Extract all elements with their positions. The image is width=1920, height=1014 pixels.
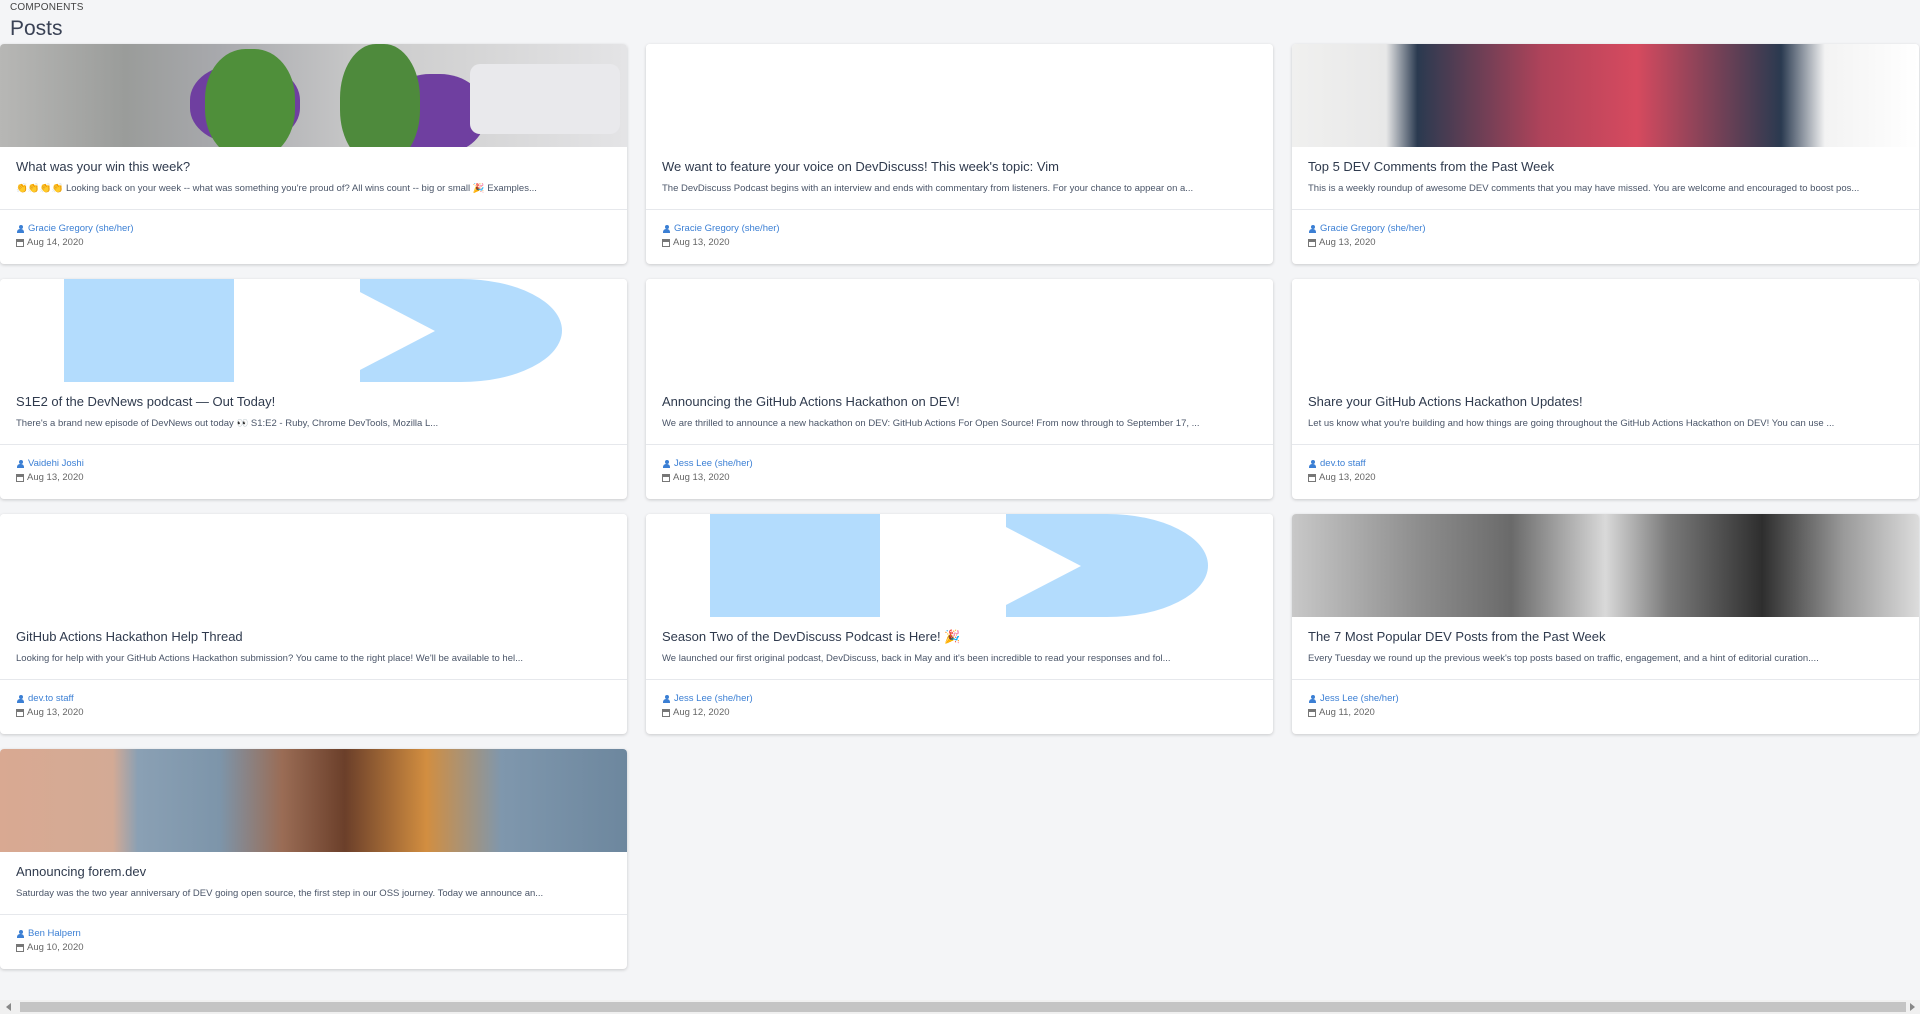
post-title[interactable]: GitHub Actions Hackathon Help Thread <box>16 629 611 645</box>
post-excerpt: Saturday was the two year anniversary of… <box>16 888 544 899</box>
post-thumbnail[interactable] <box>1292 514 1919 617</box>
post-date: Aug 14, 2020 <box>27 237 84 248</box>
post-author[interactable]: Jess Lee (she/her) <box>674 457 753 471</box>
post-date: Aug 13, 2020 <box>673 237 730 248</box>
post-card[interactable]: Season Two of the DevDiscuss Podcast is … <box>646 514 1273 734</box>
post-author[interactable]: Jess Lee (she/her) <box>674 692 753 706</box>
post-author[interactable]: Ben Halpern <box>28 927 81 941</box>
calendar-icon <box>662 474 670 482</box>
post-thumbnail[interactable] <box>1292 44 1919 147</box>
post-title[interactable]: Share your GitHub Actions Hackathon Upda… <box>1308 394 1903 410</box>
post-author[interactable]: Gracie Gregory (she/her) <box>28 222 134 236</box>
play-icon <box>64 279 234 382</box>
post-author[interactable]: dev.to staff <box>28 692 74 706</box>
post-author[interactable]: Gracie Gregory (she/her) <box>1320 222 1426 236</box>
user-icon <box>662 224 671 234</box>
scroll-right-arrow-icon[interactable] <box>1910 1003 1915 1011</box>
post-author[interactable]: dev.to staff <box>1320 457 1366 471</box>
calendar-icon <box>16 239 24 247</box>
user-icon <box>16 929 25 939</box>
post-excerpt: There's a brand new episode of DevNews o… <box>16 418 439 429</box>
post-title[interactable]: We want to feature your voice on DevDisc… <box>662 159 1257 175</box>
post-author[interactable]: Jess Lee (she/her) <box>1320 692 1399 706</box>
post-title[interactable]: Announcing the GitHub Actions Hackathon … <box>662 394 1257 410</box>
post-card[interactable]: Top 5 DEV Comments from the Past Week Th… <box>1292 44 1919 264</box>
post-thumbnail[interactable] <box>646 279 1273 382</box>
calendar-icon <box>16 474 24 482</box>
post-author[interactable]: Gracie Gregory (she/her) <box>674 222 780 236</box>
user-icon <box>16 224 25 234</box>
user-icon <box>662 459 671 469</box>
scroll-left-arrow-icon[interactable] <box>6 1003 11 1011</box>
calendar-icon <box>662 239 670 247</box>
post-card[interactable]: S1E2 of the DevNews podcast — Out Today!… <box>0 279 627 499</box>
post-title[interactable]: The 7 Most Popular DEV Posts from the Pa… <box>1308 629 1903 645</box>
post-card[interactable]: Announcing forem.dev Saturday was the tw… <box>0 749 627 969</box>
page-title: Posts <box>10 17 63 40</box>
post-excerpt: This is a weekly roundup of awesome DEV … <box>1308 183 1860 194</box>
post-card[interactable]: Share your GitHub Actions Hackathon Upda… <box>1292 279 1919 499</box>
post-date: Aug 13, 2020 <box>27 707 84 718</box>
post-title[interactable]: Announcing forem.dev <box>16 864 611 880</box>
post-card[interactable]: What was your win this week? 👏👏👏👏 Lookin… <box>0 44 627 264</box>
post-card[interactable]: The 7 Most Popular DEV Posts from the Pa… <box>1292 514 1919 734</box>
post-excerpt: Let us know what you're building and how… <box>1308 418 1835 429</box>
calendar-icon <box>16 944 24 952</box>
scrollbar-thumb[interactable] <box>20 1002 1906 1012</box>
post-excerpt: We are thrilled to announce a new hackat… <box>662 418 1200 429</box>
post-title[interactable]: Top 5 DEV Comments from the Past Week <box>1308 159 1903 175</box>
post-date: Aug 13, 2020 <box>1319 472 1376 483</box>
posts-grid: What was your win this week? 👏👏👏👏 Lookin… <box>0 44 1919 969</box>
post-excerpt: We launched our first original podcast, … <box>662 653 1171 664</box>
post-title[interactable]: Season Two of the DevDiscuss Podcast is … <box>662 629 1257 645</box>
play-icon <box>710 514 880 617</box>
post-card[interactable]: Announcing the GitHub Actions Hackathon … <box>646 279 1273 499</box>
horizontal-scrollbar[interactable] <box>0 1000 1920 1014</box>
post-card[interactable]: We want to feature your voice on DevDisc… <box>646 44 1273 264</box>
post-excerpt: Looking for help with your GitHub Action… <box>16 653 524 664</box>
user-icon <box>16 459 25 469</box>
post-card[interactable]: GitHub Actions Hackathon Help Thread Loo… <box>0 514 627 734</box>
post-title[interactable]: S1E2 of the DevNews podcast — Out Today! <box>16 394 611 410</box>
user-icon <box>662 694 671 704</box>
post-thumbnail[interactable] <box>0 749 627 852</box>
post-thumbnail[interactable] <box>646 44 1273 147</box>
post-excerpt: 👏👏👏👏 Looking back on your week -- what w… <box>16 183 537 194</box>
user-icon <box>16 694 25 704</box>
calendar-icon <box>662 709 670 717</box>
user-icon <box>1308 224 1317 234</box>
calendar-icon <box>1308 709 1316 717</box>
user-icon <box>1308 694 1317 704</box>
post-thumbnail[interactable] <box>0 279 627 382</box>
post-date: Aug 13, 2020 <box>1319 237 1376 248</box>
post-thumbnail[interactable] <box>0 514 627 617</box>
section-eyebrow: COMPONENTS <box>10 2 84 13</box>
calendar-icon <box>1308 474 1316 482</box>
post-excerpt: Every Tuesday we round up the previous w… <box>1308 653 1819 664</box>
post-excerpt: The DevDiscuss Podcast begins with an in… <box>662 183 1194 194</box>
post-thumbnail[interactable] <box>646 514 1273 617</box>
post-date: Aug 11, 2020 <box>1319 707 1375 718</box>
post-date: Aug 13, 2020 <box>27 472 84 483</box>
post-author[interactable]: Vaidehi Joshi <box>28 457 84 471</box>
calendar-icon <box>1308 239 1316 247</box>
post-thumbnail[interactable] <box>1292 279 1919 382</box>
post-date: Aug 13, 2020 <box>673 472 730 483</box>
post-date: Aug 12, 2020 <box>673 707 730 718</box>
post-date: Aug 10, 2020 <box>27 942 84 953</box>
page-header: COMPONENTS Posts <box>10 2 84 42</box>
post-title[interactable]: What was your win this week? <box>16 159 611 175</box>
post-thumbnail[interactable] <box>0 44 627 147</box>
calendar-icon <box>16 709 24 717</box>
user-icon <box>1308 459 1317 469</box>
